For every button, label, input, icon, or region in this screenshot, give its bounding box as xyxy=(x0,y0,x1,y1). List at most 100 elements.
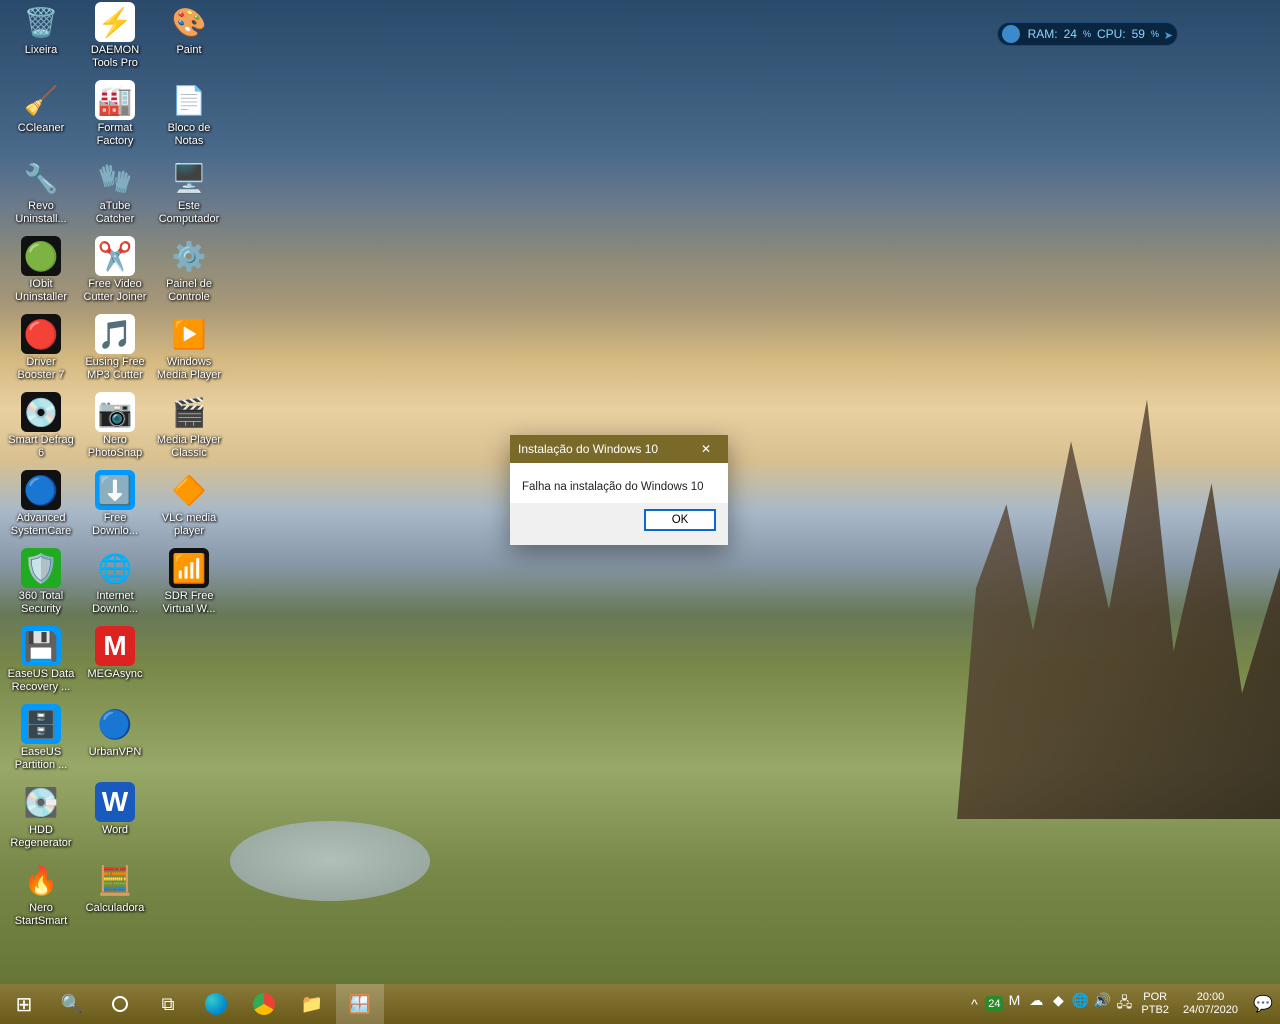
app-icon: 💿 xyxy=(21,392,61,432)
taskbar-edge-button[interactable] xyxy=(192,984,240,1024)
desktop-icon-windows-media-player[interactable]: ▶️Windows Media Player xyxy=(152,314,226,382)
tray-icon-3[interactable]: 🌐 xyxy=(1069,992,1091,1016)
desktop-icon-label: MEGAsync xyxy=(78,668,152,681)
dialog-title-text: Instalação do Windows 10 xyxy=(518,442,658,456)
tray-icon-2[interactable]: ◆ xyxy=(1047,992,1069,1016)
desktop-icon-label: 360 Total Security xyxy=(4,590,78,616)
app-icon: 🛡️ xyxy=(21,548,61,588)
ram-pct: % xyxy=(1083,29,1091,39)
app-icon: 🔴 xyxy=(21,314,61,354)
desktop-icon-media-player-classic[interactable]: 🎬Media Player Classic xyxy=(152,392,226,460)
taskbar-chrome-button[interactable] xyxy=(240,984,288,1024)
ram-label: RAM: xyxy=(1028,27,1058,41)
ok-button[interactable]: OK xyxy=(644,509,716,531)
desktop-icon-label: Lixeira xyxy=(4,44,78,57)
tray-clock[interactable]: 20:00 24/07/2020 xyxy=(1175,991,1246,1017)
desktop-icon-easeus-partition-[interactable]: 🗄️EaseUS Partition ... xyxy=(4,704,78,772)
desktop-icon-label: Paint xyxy=(152,44,226,57)
desktop-icon-advanced-systemcare[interactable]: 🔵Advanced SystemCare xyxy=(4,470,78,538)
desktop-icon-label: Advanced SystemCare xyxy=(4,512,78,538)
desktop-icon-calculadora[interactable]: 🧮Calculadora xyxy=(78,860,152,915)
desktop-icon-bloco-de-notas[interactable]: 📄Bloco de Notas xyxy=(152,80,226,148)
desktop-icon-label: Bloco de Notas xyxy=(152,122,226,148)
desktop-icon-label: UrbanVPN xyxy=(78,746,152,759)
tray-language[interactable]: POR PTB2 xyxy=(1135,991,1175,1017)
desktop-icon-eusing-free-mp3-cutter[interactable]: 🎵Eusing Free MP3 Cutter xyxy=(78,314,152,382)
taskbar: ⊞🔍 ⧉ 📁🪟 ^ 24 M☁◆🌐🔊🖧 POR PTB2 20:00 24/07/2… xyxy=(0,984,1280,1024)
tray-temp-badge[interactable]: 24 xyxy=(985,996,1003,1012)
tray-icon-4[interactable]: 🔊 xyxy=(1091,992,1113,1016)
desktop-icon-label: Eusing Free MP3 Cutter xyxy=(78,356,152,382)
perf-widget[interactable]: RAM: 24 % CPU: 59 % ➤ xyxy=(997,22,1178,46)
desktop-icon-painel-de-controle[interactable]: ⚙️Painel de Controle xyxy=(152,236,226,304)
desktop-icon-driver-booster-7[interactable]: 🔴Driver Booster 7 xyxy=(4,314,78,382)
app-icon: 📄 xyxy=(169,80,209,120)
close-icon[interactable]: ✕ xyxy=(692,442,720,456)
app-icon: 🔧 xyxy=(21,158,61,198)
taskbar-search-button[interactable]: 🔍 xyxy=(48,984,96,1024)
dialog-windows-setup: Instalação do Windows 10 ✕ Falha na inst… xyxy=(510,435,728,545)
desktop-icon-este-computador[interactable]: 🖥️Este Computador xyxy=(152,158,226,226)
desktop-icon-megasync[interactable]: MMEGAsync xyxy=(78,626,152,681)
taskbar-task-view-button[interactable]: ⧉ xyxy=(144,984,192,1024)
desktop-icon-label: EaseUS Partition ... xyxy=(4,746,78,772)
desktop-icon-ccleaner[interactable]: 🧹 CCleaner xyxy=(4,80,78,135)
desktop-icon-easeus-data-recovery-[interactable]: 💾EaseUS Data Recovery ... xyxy=(4,626,78,694)
desktop-icon-urbanvpn[interactable]: 🔵UrbanVPN xyxy=(78,704,152,759)
app-icon: 🟢 xyxy=(21,236,61,276)
desktop-icon-free-downlo-[interactable]: ⬇️Free Downlo... xyxy=(78,470,152,538)
desktop-icon-format-factory[interactable]: 🏭Format Factory xyxy=(78,80,152,148)
tray-icon-0[interactable]: M xyxy=(1003,992,1025,1016)
dialog-titlebar[interactable]: Instalação do Windows 10 ✕ xyxy=(510,435,728,463)
tray-chevron-up-icon[interactable]: ^ xyxy=(963,996,985,1012)
app-icon: 🎵 xyxy=(95,314,135,354)
desktop-icon-iobit-uninstaller[interactable]: 🟢IObit Uninstaller xyxy=(4,236,78,304)
desktop-icon-revo-uninstall-[interactable]: 🔧Revo Uninstall... xyxy=(4,158,78,226)
desktop-icon-label: Free Video Cutter Joiner xyxy=(78,278,152,304)
desktop-icon-sdr-free-virtual-w-[interactable]: 📶SDR Free Virtual W... xyxy=(152,548,226,616)
desktop-icon-label: Nero StartSmart xyxy=(4,902,78,928)
tray-date: 24/07/2020 xyxy=(1183,1004,1238,1017)
desktop-icon-360-total-security[interactable]: 🛡️360 Total Security xyxy=(4,548,78,616)
app-icon: 🔵 xyxy=(21,470,61,510)
taskbar-cortana-button[interactable] xyxy=(96,984,144,1024)
desktop-icon-label: CCleaner xyxy=(4,122,78,135)
desktop-icon-lixeira[interactable]: 🗑️ Lixeira xyxy=(4,2,78,57)
desktop-icon-paint[interactable]: 🎨Paint xyxy=(152,2,226,57)
desktop-icon-label: Internet Downlo... xyxy=(78,590,152,616)
tray-time: 20:00 xyxy=(1183,991,1238,1004)
desktop-icon-label: DAEMON Tools Pro xyxy=(78,44,152,70)
desktop-icon-vlc-media-player[interactable]: 🔶VLC media player xyxy=(152,470,226,538)
desktop-icon-internet-downlo-[interactable]: 🌐Internet Downlo... xyxy=(78,548,152,616)
app-icon: ▶️ xyxy=(169,314,209,354)
dialog-message: Falha na instalação do Windows 10 xyxy=(510,463,728,503)
desktop-icon-nero-startsmart[interactable]: 🔥Nero StartSmart xyxy=(4,860,78,928)
desktop-icon-atube-catcher[interactable]: 🧤aTube Catcher xyxy=(78,158,152,226)
desktop-icon-label: Smart Defrag 6 xyxy=(4,434,78,460)
taskbar-windows-setup-button[interactable]: 🪟 xyxy=(336,984,384,1024)
tray-notifications-icon[interactable]: 💬 xyxy=(1246,994,1280,1014)
perf-widget-icon xyxy=(1002,25,1020,43)
desktop-icon-hdd-regenerator[interactable]: 💽HDD Regenerator xyxy=(4,782,78,850)
app-icon: ⚙️ xyxy=(169,236,209,276)
perf-widget-arrow-icon: ➤ xyxy=(1164,29,1173,42)
desktop-icon-nero-photosnap[interactable]: 📷Nero PhotoSnap xyxy=(78,392,152,460)
tray-lang-top: POR xyxy=(1141,991,1169,1004)
app-icon: 💽 xyxy=(21,782,61,822)
desktop-icon-label: aTube Catcher xyxy=(78,200,152,226)
desktop-icon-label: Media Player Classic xyxy=(152,434,226,460)
tray-icon-5[interactable]: 🖧 xyxy=(1113,992,1135,1016)
desktop-icon-smart-defrag-6[interactable]: 💿Smart Defrag 6 xyxy=(4,392,78,460)
tray-icon-1[interactable]: ☁ xyxy=(1025,992,1047,1016)
app-icon: 📶 xyxy=(169,548,209,588)
desktop-icon-word[interactable]: WWord xyxy=(78,782,152,837)
app-icon: 🗑️ xyxy=(21,2,61,42)
app-icon: 🧹 xyxy=(21,80,61,120)
cpu-label: CPU: xyxy=(1097,27,1126,41)
desktop-icon-free-video-cutter-joiner[interactable]: ✂️Free Video Cutter Joiner xyxy=(78,236,152,304)
cpu-pct: % xyxy=(1151,29,1159,39)
taskbar-file-explorer-button[interactable]: 📁 xyxy=(288,984,336,1024)
taskbar-start-button[interactable]: ⊞ xyxy=(0,984,48,1024)
desktop-icon-daemon-tools-pro[interactable]: ⚡DAEMON Tools Pro xyxy=(78,2,152,70)
desktop-icon-label: EaseUS Data Recovery ... xyxy=(4,668,78,694)
